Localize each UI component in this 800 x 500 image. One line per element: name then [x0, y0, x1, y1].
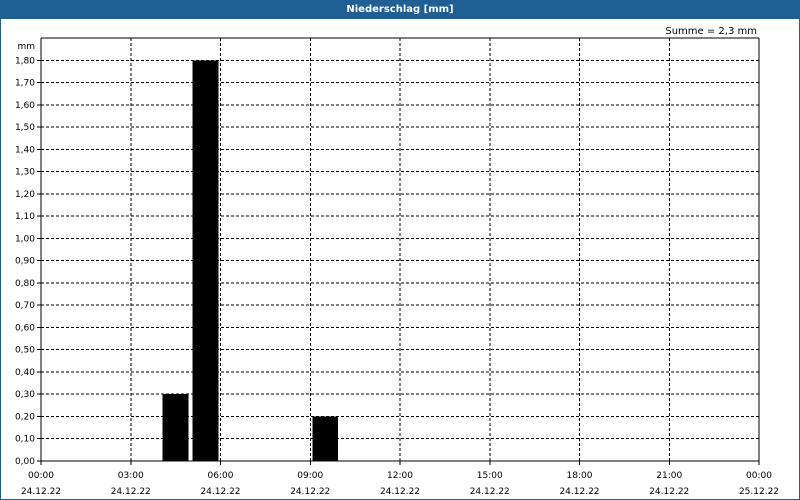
precipitation-chart: 0,00 0,10 0,20 0,30 0,40 0,50 0,60 0,70 0,80 0,90…	[15, 37, 779, 497]
y-tick-label: 1,30	[15, 168, 35, 178]
x-tick-time-label: 12:00	[387, 471, 413, 481]
y-tick-label: 1,80	[15, 56, 35, 66]
precipitation-bar	[162, 394, 189, 461]
x-tick-date-label: 24.12.22	[111, 487, 151, 497]
x-tick-time-label: 21:00	[656, 471, 682, 481]
y-tick-label: 1,50	[15, 123, 35, 133]
y-tick-label: 0,10	[15, 435, 35, 445]
x-tick-time-label: 15:00	[477, 471, 503, 481]
chart-window: Niederschlag [mm] 0,00 0,10 0,20 0,30 0,40 0,…	[0, 0, 800, 500]
x-tick-time-label: 06:00	[208, 471, 234, 481]
x-tick-time-label: 03:00	[118, 471, 144, 481]
x-tick-time-label: 18:00	[567, 471, 593, 481]
y-tick-label: 0,40	[15, 368, 35, 378]
x-tick-date-label: 25.12.22	[739, 487, 779, 497]
precipitation-bar	[192, 60, 219, 462]
sum-label: Summe = 2,3 mm	[665, 26, 757, 37]
y-axis-label: mm	[17, 42, 35, 52]
x-tick-date-label: 24.12.22	[290, 487, 330, 497]
x-tick-time-label: 00:00	[28, 471, 54, 481]
y-tick-label: 0,60	[15, 323, 35, 333]
y-tick-label: 0,90	[15, 257, 35, 267]
x-tick-time-label: 09:00	[297, 471, 323, 481]
y-tick-label: 1,40	[15, 145, 35, 155]
x-tick-date-label: 24.12.22	[470, 487, 510, 497]
y-tick-label: 1,10	[15, 212, 35, 222]
y-tick-label: 1,70	[15, 79, 35, 89]
precipitation-bar	[312, 416, 339, 461]
y-tick-label: 0,80	[15, 279, 35, 289]
y-tick-label: 0,30	[15, 390, 35, 400]
x-tick-date-label: 24.12.22	[200, 487, 240, 497]
y-tick-label: 1,00	[15, 234, 35, 244]
x-tick-date-label: 24.12.22	[380, 487, 420, 497]
y-tick-label: 1,60	[15, 101, 35, 111]
y-tick-label: 0,20	[15, 412, 35, 422]
y-tick-label: 0,50	[15, 346, 35, 356]
x-tick-time-label: 00:00	[746, 471, 772, 481]
x-tick-date-label: 24.12.22	[559, 487, 599, 497]
y-tick-label: 0,70	[15, 301, 35, 311]
x-tick-date-label: 24.12.22	[21, 487, 61, 497]
x-tick-date-label: 24.12.22	[649, 487, 689, 497]
y-tick-label: 0,00	[15, 457, 35, 467]
y-tick-label: 1,20	[15, 190, 35, 200]
